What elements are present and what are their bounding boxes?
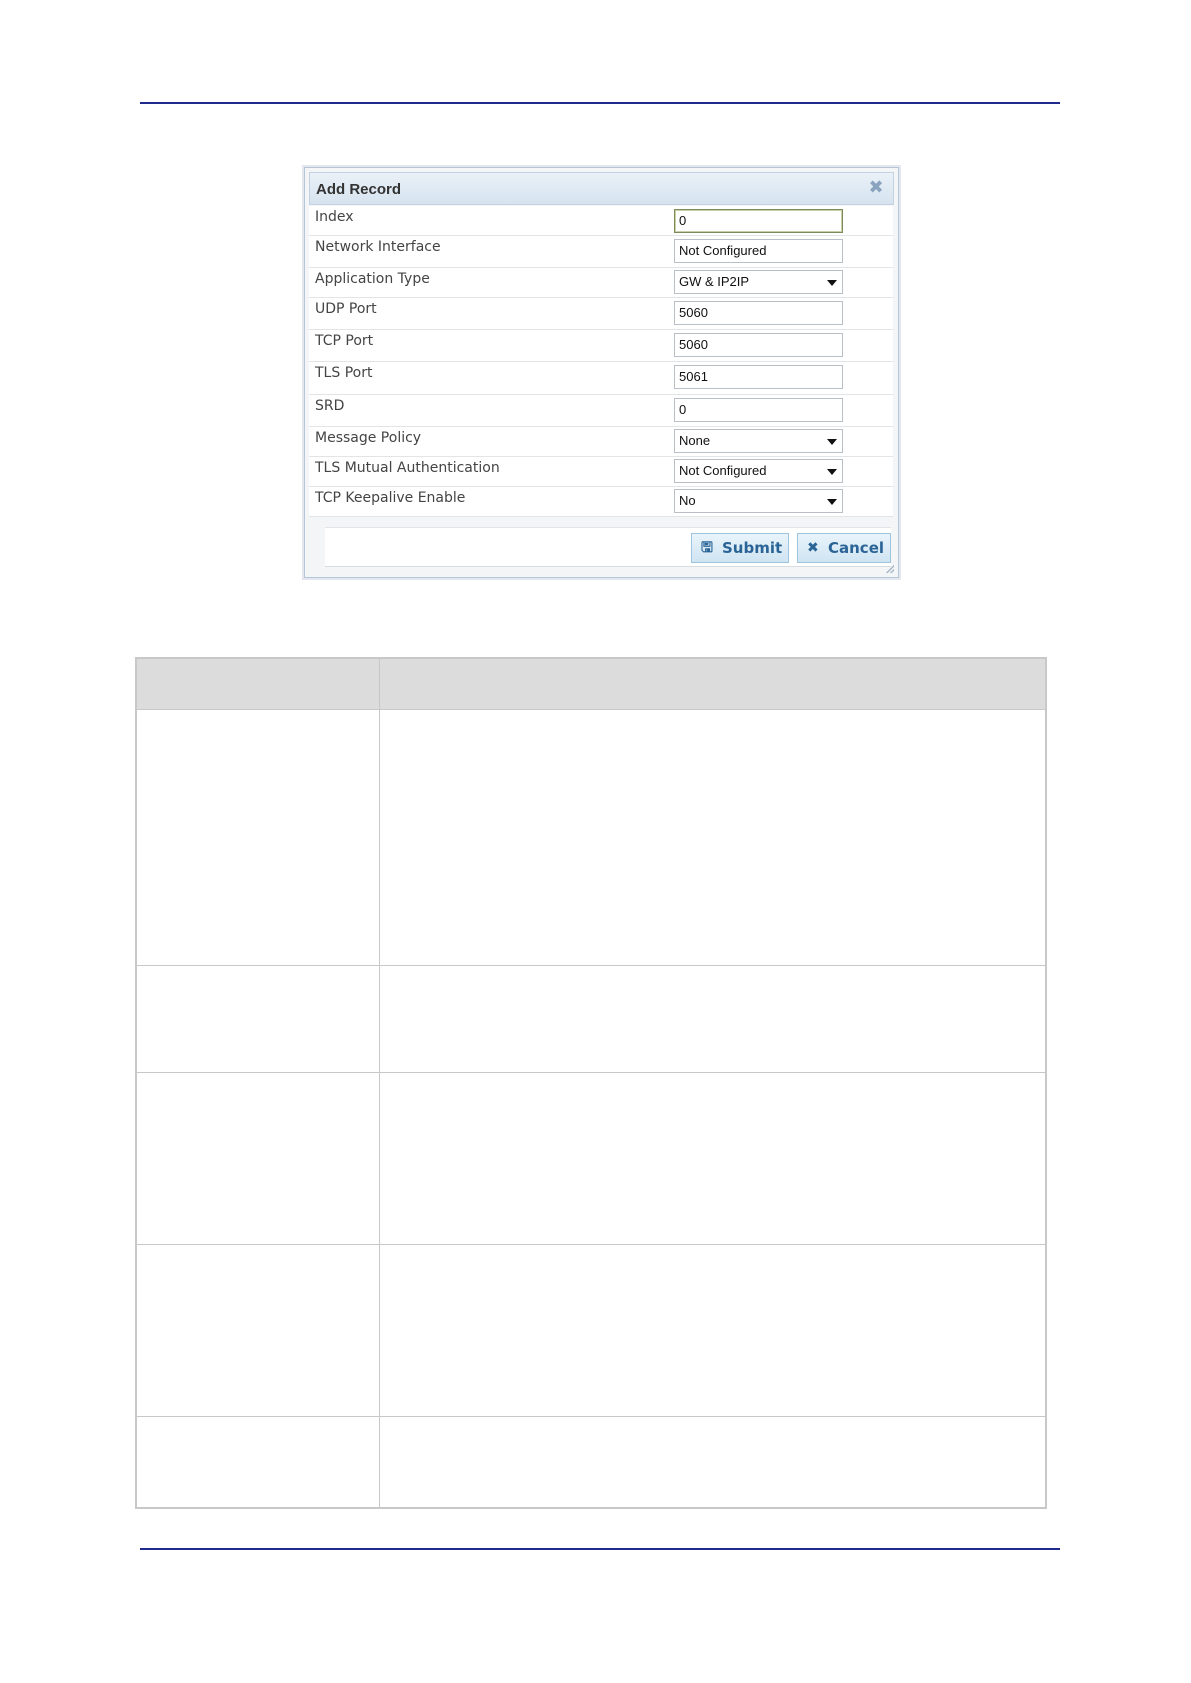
dialog-header: Add Record ✖ xyxy=(309,172,894,205)
form-row-tcp-port: TCP Port 5060 xyxy=(309,330,893,362)
close-icon[interactable]: ✖ xyxy=(867,179,885,197)
form-row-index: Index 0 xyxy=(309,206,893,236)
form-row-tls-port: TLS Port 5061 xyxy=(309,362,893,395)
table-row-divider xyxy=(137,965,1045,966)
add-record-dialog: Add Record ✖ Index 0 Network Interface N… xyxy=(304,167,899,578)
table-row-divider xyxy=(137,1416,1045,1417)
tcp-port-input[interactable]: 5060 xyxy=(674,333,843,357)
form-row-srd: SRD 0 xyxy=(309,395,893,427)
table-row-divider xyxy=(137,1244,1045,1245)
footer-rule xyxy=(140,1548,1060,1550)
tls-port-input[interactable]: 5061 xyxy=(674,365,843,389)
form-row-tcp-keepalive-enable: TCP Keepalive Enable No xyxy=(309,487,893,517)
index-input[interactable]: 0 xyxy=(674,209,843,233)
application-type-select[interactable]: GW & IP2IP xyxy=(674,270,843,294)
tcp-keepalive-enable-select[interactable]: No xyxy=(674,489,843,513)
resize-grip-icon[interactable] xyxy=(886,565,894,573)
form-row-udp-port: UDP Port 5060 xyxy=(309,298,893,330)
application-type-value: GW & IP2IP xyxy=(679,274,750,289)
close-icon: ✖ xyxy=(807,540,819,556)
cancel-button[interactable]: ✖ Cancel xyxy=(797,533,891,563)
tcp-keepalive-enable-label: TCP Keepalive Enable xyxy=(315,490,466,506)
tcp-keepalive-enable-value: No xyxy=(679,493,696,508)
network-interface-input[interactable]: Not Configured xyxy=(674,239,843,263)
message-policy-select[interactable]: None xyxy=(674,429,843,453)
table-row-divider xyxy=(137,709,1045,710)
cancel-label: Cancel xyxy=(828,539,885,557)
tls-mutual-authentication-value: Not Configured xyxy=(679,463,767,478)
table-column-divider xyxy=(379,659,380,1507)
tcp-port-label: TCP Port xyxy=(315,333,374,349)
udp-port-input[interactable]: 5060 xyxy=(674,301,843,325)
form-row-application-type: Application Type GW & IP2IP xyxy=(309,268,893,298)
form-row-tls-mutual-authentication: TLS Mutual Authentication Not Configured xyxy=(309,457,893,487)
form-row-network-interface: Network Interface Not Configured xyxy=(309,236,893,268)
tls-mutual-authentication-select[interactable]: Not Configured xyxy=(674,459,843,483)
chevron-down-icon xyxy=(827,469,837,475)
message-policy-value: None xyxy=(679,433,711,448)
srd-input[interactable]: 0 xyxy=(674,398,843,422)
tls-port-label: TLS Port xyxy=(315,365,373,381)
srd-label: SRD xyxy=(315,398,345,414)
save-icon: 🖫 xyxy=(701,540,713,556)
parameter-description-table xyxy=(135,657,1047,1509)
table-header xyxy=(137,659,1045,710)
index-label: Index xyxy=(315,209,354,225)
udp-port-label: UDP Port xyxy=(315,301,377,317)
message-policy-label: Message Policy xyxy=(315,430,422,446)
header-rule xyxy=(140,102,1060,104)
chevron-down-icon xyxy=(827,499,837,505)
dialog-button-bar: 🖫 Submit ✖ Cancel xyxy=(325,527,891,567)
chevron-down-icon xyxy=(827,280,837,286)
submit-label: Submit xyxy=(722,539,783,557)
chevron-down-icon xyxy=(827,439,837,445)
table-row-divider xyxy=(137,1072,1045,1073)
dialog-title: Add Record xyxy=(316,181,402,198)
tls-mutual-authentication-label: TLS Mutual Authentication xyxy=(315,460,500,476)
submit-button[interactable]: 🖫 Submit xyxy=(691,533,789,563)
network-interface-label: Network Interface xyxy=(315,239,441,255)
form-row-message-policy: Message Policy None xyxy=(309,427,893,457)
application-type-label: Application Type xyxy=(315,271,430,287)
